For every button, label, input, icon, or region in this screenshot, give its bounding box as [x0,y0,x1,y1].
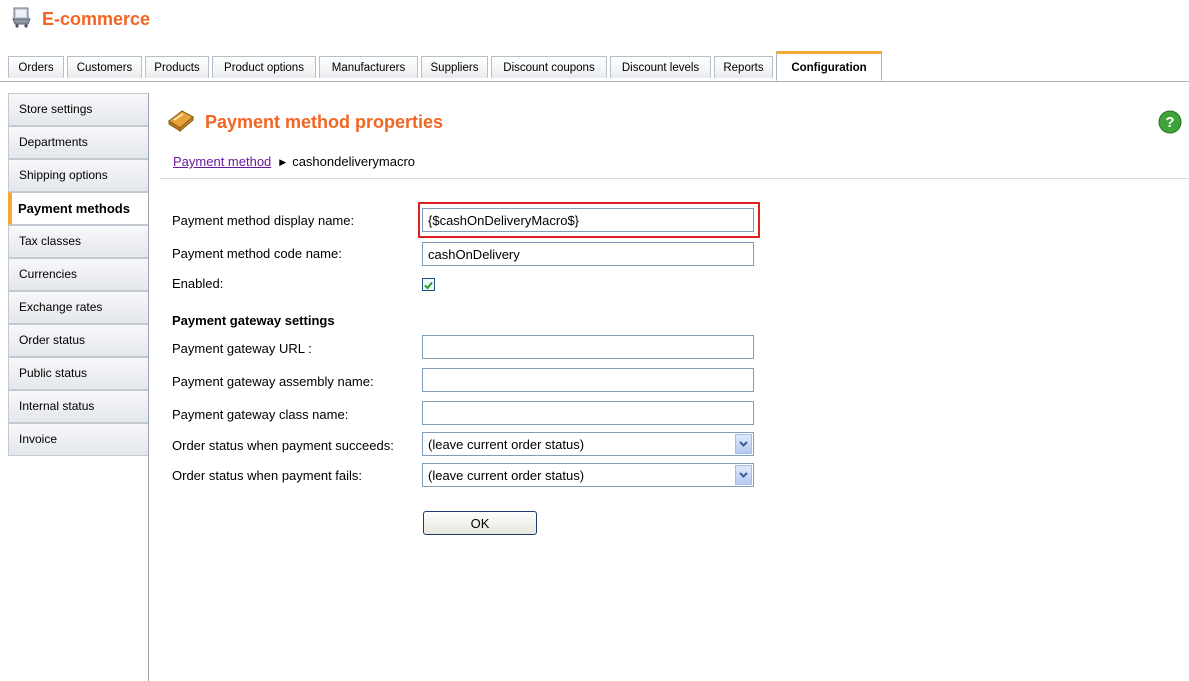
checkmark-icon [424,281,433,290]
tab-product-options[interactable]: Product options [212,56,316,78]
status-fail-value: (leave current order status) [428,468,585,483]
sidebar-item-departments[interactable]: Departments [8,126,148,159]
code-name-input[interactable] [422,242,754,266]
shopping-cart-icon [12,7,31,28]
page-title: Payment method properties [205,112,444,132]
display-name-input[interactable] [422,208,754,232]
breadcrumb-divider [160,178,1189,179]
status-fail-select[interactable]: (leave current order status) [422,463,754,487]
sidebar-item-currencies[interactable]: Currencies [8,258,148,291]
sidebar-item-tax-classes[interactable]: Tax classes [8,225,148,258]
sidebar-item-shipping-options[interactable]: Shipping options [8,159,148,192]
gateway-assembly-label: Payment gateway assembly name: [172,374,374,389]
app-header: E-commerce [0,0,1189,40]
help-icon[interactable]: ? [1158,110,1182,134]
code-name-label: Payment method code name: [172,246,342,261]
tab-reports[interactable]: Reports [714,56,773,78]
tab-discount-coupons[interactable]: Discount coupons [491,56,607,78]
status-success-label: Order status when payment succeeds: [172,438,394,453]
enabled-checkbox[interactable] [422,278,435,291]
sidebar-item-internal-status[interactable]: Internal status [8,390,148,423]
breadcrumb: Payment method ▶ cashondeliverymacro [173,154,415,169]
display-name-label: Payment method display name: [172,213,355,228]
status-success-value: (leave current order status) [428,437,585,452]
sidebar-item-payment-methods[interactable]: Payment methods [8,192,148,225]
gateway-assembly-input[interactable] [422,368,754,392]
tab-orders[interactable]: Orders [8,56,64,78]
app-title: E-commerce [42,9,151,29]
breadcrumb-current: cashondeliverymacro [292,154,416,169]
tab-discount-levels[interactable]: Discount levels [610,56,711,78]
svg-text:?: ? [1165,114,1174,131]
sidebar-item-exchange-rates[interactable]: Exchange rates [8,291,148,324]
gateway-url-label: Payment gateway URL : [172,341,312,356]
tab-configuration[interactable]: Configuration [776,51,882,81]
tab-products[interactable]: Products [145,56,209,78]
gateway-class-input[interactable] [422,401,754,425]
status-fail-label: Order status when payment fails: [172,468,363,483]
breadcrumb-link-payment-method[interactable]: Payment method [173,154,271,169]
tab-manufacturers[interactable]: Manufacturers [319,56,418,78]
main-tab-bar: Orders Customers Products Product option… [0,50,1189,82]
sidebar-item-public-status[interactable]: Public status [8,357,148,390]
tab-suppliers[interactable]: Suppliers [421,56,488,78]
sidebar-item-store-settings[interactable]: Store settings [8,93,148,126]
tab-customers[interactable]: Customers [67,56,142,78]
chevron-down-icon[interactable] [735,465,752,485]
breadcrumb-arrow-icon: ▶ [279,157,287,167]
status-success-select[interactable]: (leave current order status) [422,432,754,456]
gateway-section-heading: Payment gateway settings [172,313,335,328]
sidebar-item-order-status[interactable]: Order status [8,324,148,357]
gateway-class-label: Payment gateway class name: [172,407,349,422]
gateway-url-input[interactable] [422,335,754,359]
chevron-down-icon[interactable] [735,434,752,454]
enabled-label: Enabled: [172,276,224,291]
sidebar-item-invoice[interactable]: Invoice [8,423,148,456]
ok-button[interactable]: OK [423,511,537,535]
payment-icon [168,110,194,133]
sidebar: Store settings Departments Shipping opti… [0,93,149,681]
